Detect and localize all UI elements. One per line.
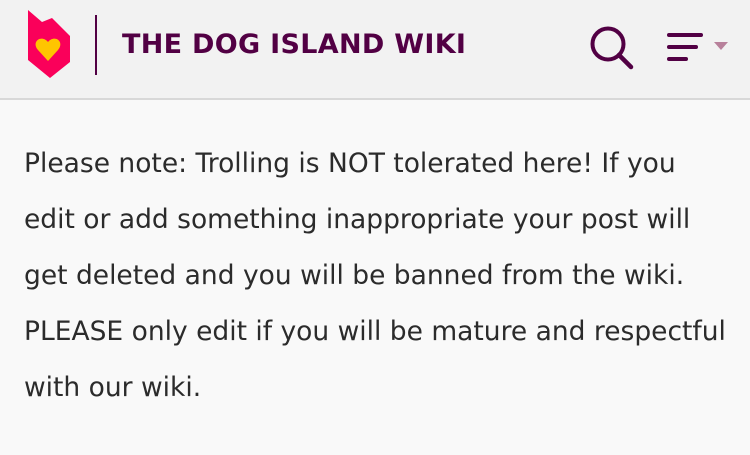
menu-button[interactable] xyxy=(666,30,732,66)
notice-content: Please note: Trolling is NOT tolerated h… xyxy=(24,136,729,416)
search-icon xyxy=(590,26,634,70)
header-divider xyxy=(95,15,97,75)
search-button[interactable] xyxy=(588,24,636,72)
notice-text: Please note: Trolling is NOT tolerated h… xyxy=(24,148,726,403)
wiki-title[interactable]: THE DOG ISLAND WIKI xyxy=(122,27,466,63)
top-navigation-bar: THE DOG ISLAND WIKI xyxy=(0,0,750,100)
hamburger-menu-icon xyxy=(667,33,728,61)
fandom-logo-icon[interactable] xyxy=(22,10,74,80)
